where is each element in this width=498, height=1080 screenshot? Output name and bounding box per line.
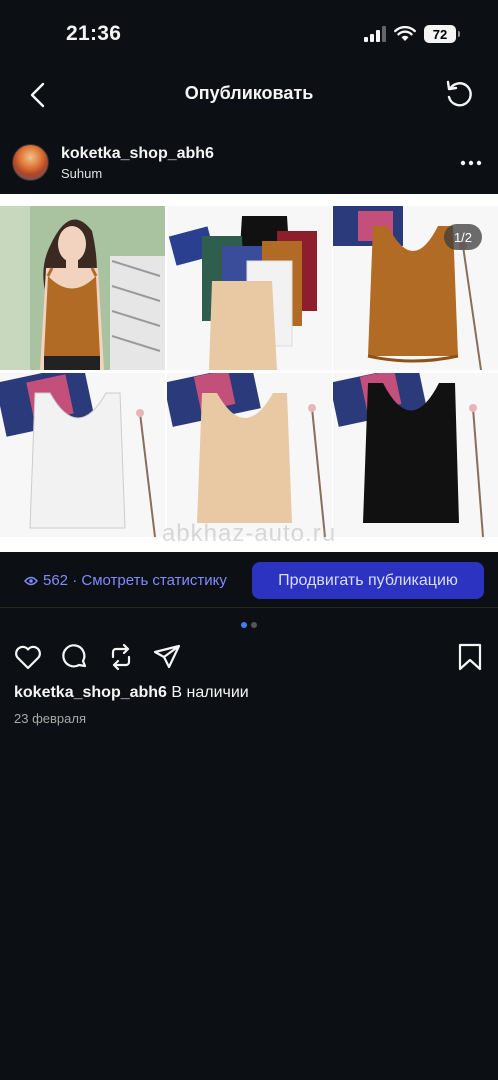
post-header: koketka_shop_abh6 Suhum [0,138,498,190]
collage-tile-beige [166,373,332,537]
repost-icon[interactable] [106,642,136,672]
post-photo[interactable]: 1/2 abkhaz-auto.ru [0,194,498,552]
post-date: 23 февраля [14,711,86,726]
post-caption: koketka_shop_abh6 В наличии [14,684,249,702]
watermark: abkhaz-auto.ru [161,520,337,547]
cellular-signal-icon [364,26,386,42]
battery-level: 72 [432,26,448,42]
status-icons: 72 [364,24,460,44]
bookmark-icon[interactable] [455,642,485,672]
insights-bar: 562 · Смотреть статистику Продвигать пуб… [0,552,498,608]
share-icon[interactable] [152,642,182,672]
action-bar [0,640,498,674]
caption-text: В наличии [171,684,249,701]
promote-button[interactable]: Продвигать публикацию [252,562,484,599]
carousel-dot [251,622,257,628]
eye-icon [24,576,38,585]
views-text: 562 · Смотреть статистику [43,572,227,589]
collage-tile-white [0,373,165,537]
photo-collage: 1/2 [0,206,498,538]
wifi-icon [394,26,416,41]
post-username[interactable]: koketka_shop_abh6 [61,145,214,163]
post-location[interactable]: Suhum [61,166,102,181]
carousel-dot-active [241,622,247,628]
comment-icon[interactable] [60,642,90,672]
page-title: Опубликовать [184,83,314,103]
carousel-indicator [0,622,498,628]
photo-counter: 1/2 [444,224,482,250]
collage-tile-black [333,373,498,537]
view-insights-link[interactable]: 562 · Смотреть статистику [24,572,227,589]
avatar[interactable] [12,144,49,181]
status-time: 21:36 [66,22,122,45]
heart-icon[interactable] [13,642,43,672]
refresh-icon[interactable] [442,78,476,112]
caption-username[interactable]: koketka_shop_abh6 [14,684,167,701]
status-bar: 21:36 72 [0,0,498,66]
collage-tile-model [0,206,165,370]
top-nav: Опубликовать [0,66,498,124]
more-options-icon[interactable] [460,152,482,174]
collage-tile-color-set [166,206,332,370]
battery-indicator: 72 [424,25,460,43]
collage-tile-caramel: 1/2 [333,206,498,370]
